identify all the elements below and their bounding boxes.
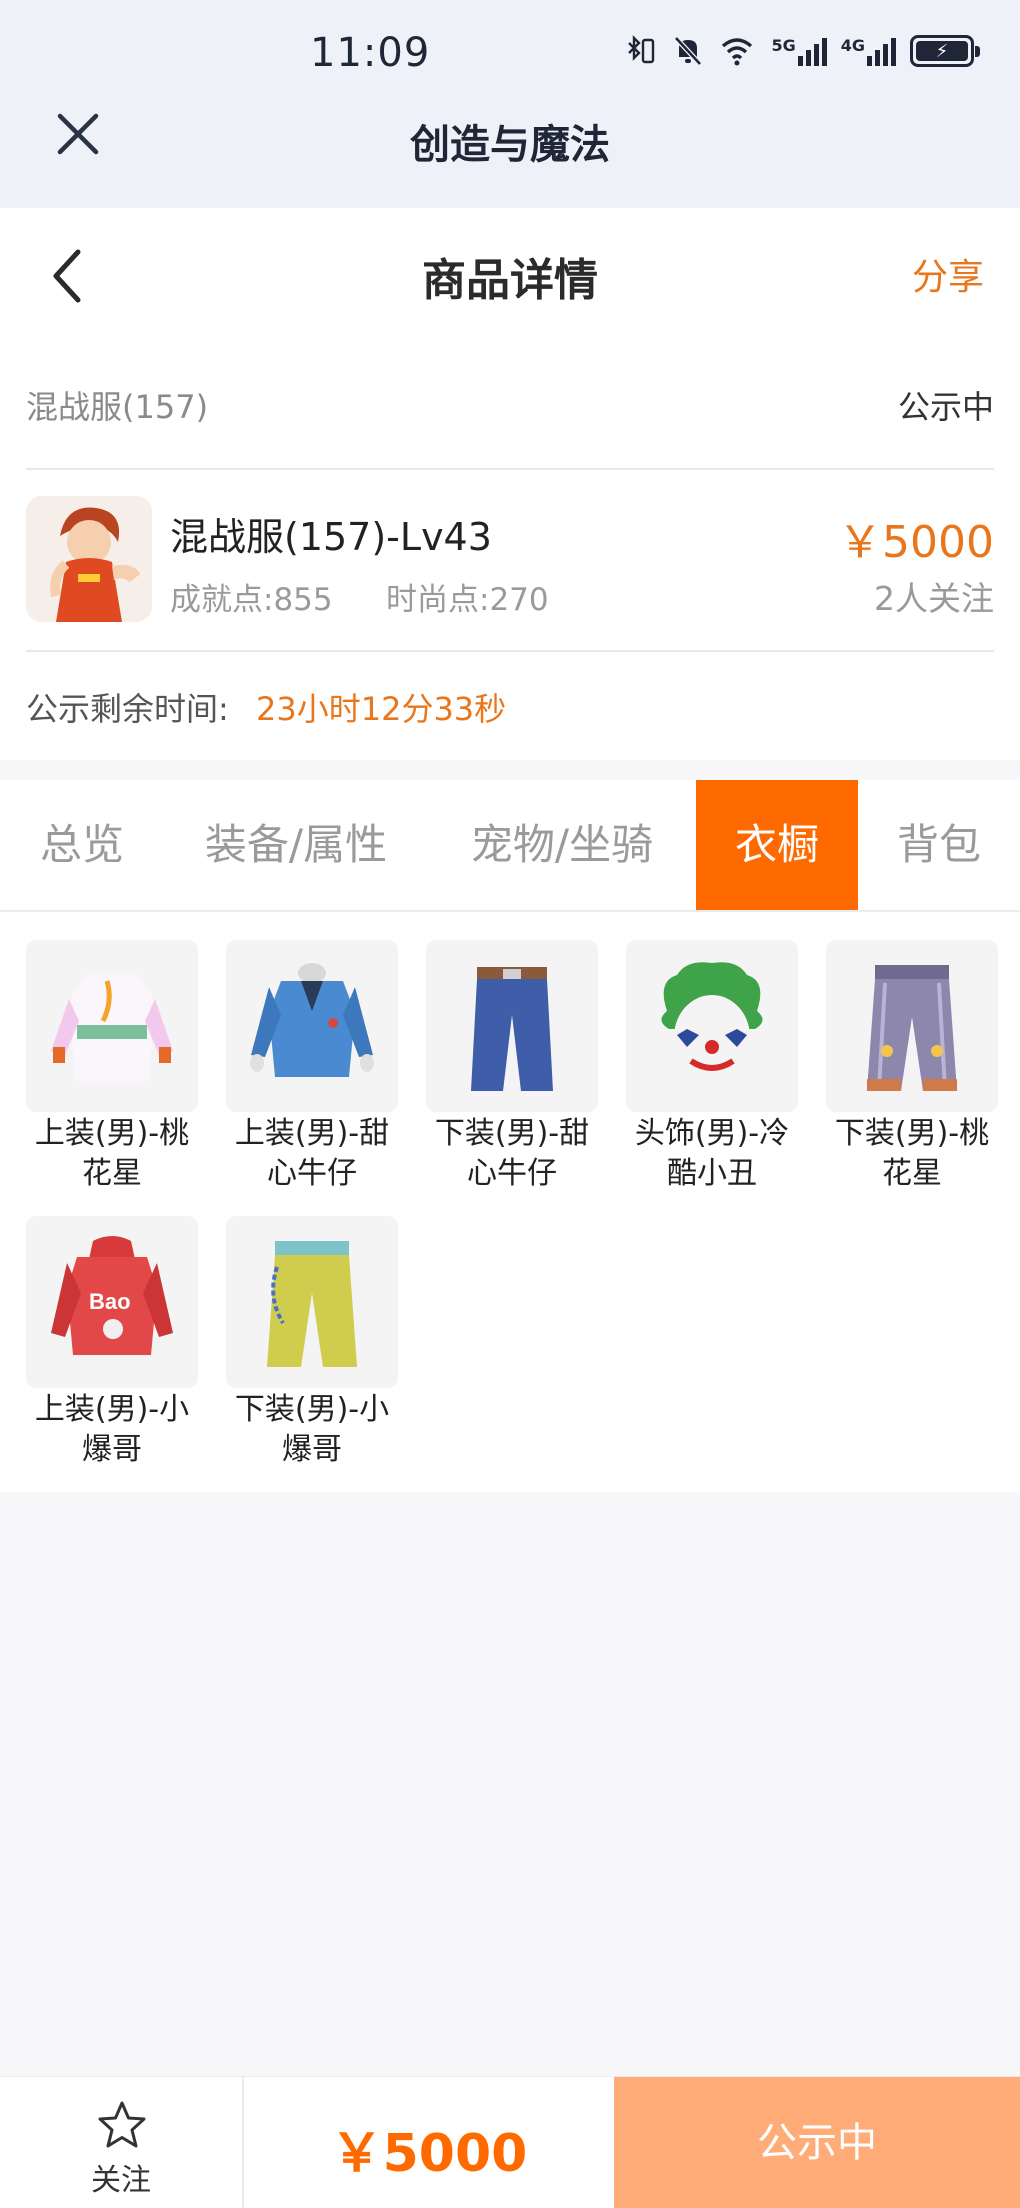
divider — [26, 468, 994, 470]
remaining-time-label: 公示剩余时间: — [26, 690, 229, 728]
wardrobe-grid: 上装(男)-桃花星 上装(男)-甜心牛仔 下装(男)-甜心牛仔 头饰(男)-冷酷… — [0, 912, 1020, 1492]
top-bar: 11:09 5G 4G ⚡ 创造与魔法 — [0, 0, 1020, 208]
item-name: 头饰(男)-冷酷小丑 — [634, 1116, 790, 1191]
page-title: 商品详情 — [422, 255, 598, 306]
follow-button[interactable]: 关注 — [0, 2077, 244, 2208]
battery-charging-icon: ⚡ — [910, 35, 980, 67]
item-name: 下装(男)-桃花星 — [834, 1116, 990, 1191]
wardrobe-item[interactable]: 下装(男)-桃花星 — [826, 940, 998, 1194]
item-name: 下装(男)-小爆哥 — [234, 1392, 390, 1467]
wardrobe-item[interactable]: 上装(男)-甜心牛仔 — [226, 940, 398, 1194]
character-avatar — [26, 496, 152, 622]
achievement-points: 成就点:855 — [170, 582, 333, 618]
divider — [26, 650, 994, 652]
item-name: 上装(男)-小爆哥 — [34, 1392, 190, 1467]
tab-bar: 总览 装备/属性 宠物/坐骑 衣橱 背包 — [0, 780, 1020, 912]
wardrobe-item[interactable]: 下装(男)-甜心牛仔 — [426, 940, 598, 1194]
net-label-5g: 5G — [771, 36, 796, 55]
signal-4g-icon: 4G — [841, 36, 896, 66]
svg-text:Bao: Bao — [89, 1289, 131, 1314]
publicity-status-button[interactable]: 公示中 — [614, 2077, 1020, 2208]
item-name: 下装(男)-甜心牛仔 — [434, 1116, 590, 1191]
clown-mask-icon — [626, 940, 798, 1112]
product-status: 公示中 — [897, 388, 994, 426]
star-icon — [98, 2101, 146, 2148]
item-name: 上装(男)-甜心牛仔 — [234, 1116, 390, 1191]
yellow-pants-icon — [226, 1216, 398, 1388]
bluetooth-vibrate-icon — [625, 34, 659, 68]
wifi-icon — [717, 35, 757, 67]
product-title: 混战服(157)-Lv43 — [170, 515, 492, 559]
fashion-points: 时尚点:270 — [386, 582, 549, 618]
wardrobe-item[interactable]: Bao 上装(男)-小爆哥 — [26, 1216, 198, 1470]
bottom-price: ￥5000 — [330, 2124, 528, 2184]
share-button[interactable]: 分享 — [912, 248, 984, 300]
tab-equipment[interactable]: 装备/属性 — [164, 780, 428, 910]
striped-pants-icon — [826, 940, 998, 1112]
denim-jacket-icon — [226, 940, 398, 1112]
page-header: 商品详情 分享 — [0, 208, 1020, 340]
tab-overview[interactable]: 总览 — [0, 780, 164, 910]
tab-pets-mounts[interactable]: 宠物/坐骑 — [428, 780, 696, 910]
status-time: 11:09 — [310, 30, 431, 76]
status-icons: 5G 4G ⚡ — [625, 34, 980, 68]
follower-count: 2人关注 — [874, 579, 994, 618]
item-name: 上装(男)-桃花星 — [34, 1116, 190, 1191]
follow-label: 关注 — [91, 2163, 151, 2198]
product-price: ￥5000 — [838, 517, 994, 568]
mute-bell-icon — [673, 35, 703, 67]
tab-wardrobe[interactable]: 衣橱 — [696, 780, 858, 910]
wardrobe-item[interactable]: 下装(男)-小爆哥 — [226, 1216, 398, 1470]
jeans-icon — [426, 940, 598, 1112]
product-short-name: 混战服(157) — [26, 388, 209, 426]
wardrobe-item[interactable]: 上装(男)-桃花星 — [26, 940, 198, 1194]
remaining-time-value: 23小时12分33秒 — [256, 690, 507, 728]
product-card: 混战服(157) 公示中 混战服(157)-Lv43 成就点:855 时尚点:2… — [0, 340, 1020, 760]
net-label-4g: 4G — [840, 36, 865, 55]
app-title: 创造与魔法 — [410, 122, 610, 168]
signal-5g-icon: 5G — [771, 36, 827, 66]
wardrobe-item[interactable]: 头饰(男)-冷酷小丑 — [626, 940, 798, 1194]
pink-white-top-icon — [26, 940, 198, 1112]
tab-backpack[interactable]: 背包 — [858, 780, 1020, 910]
bottom-bar: 关注 ￥5000 公示中 — [0, 2076, 1020, 2208]
red-hoodie-icon: Bao — [26, 1216, 198, 1388]
